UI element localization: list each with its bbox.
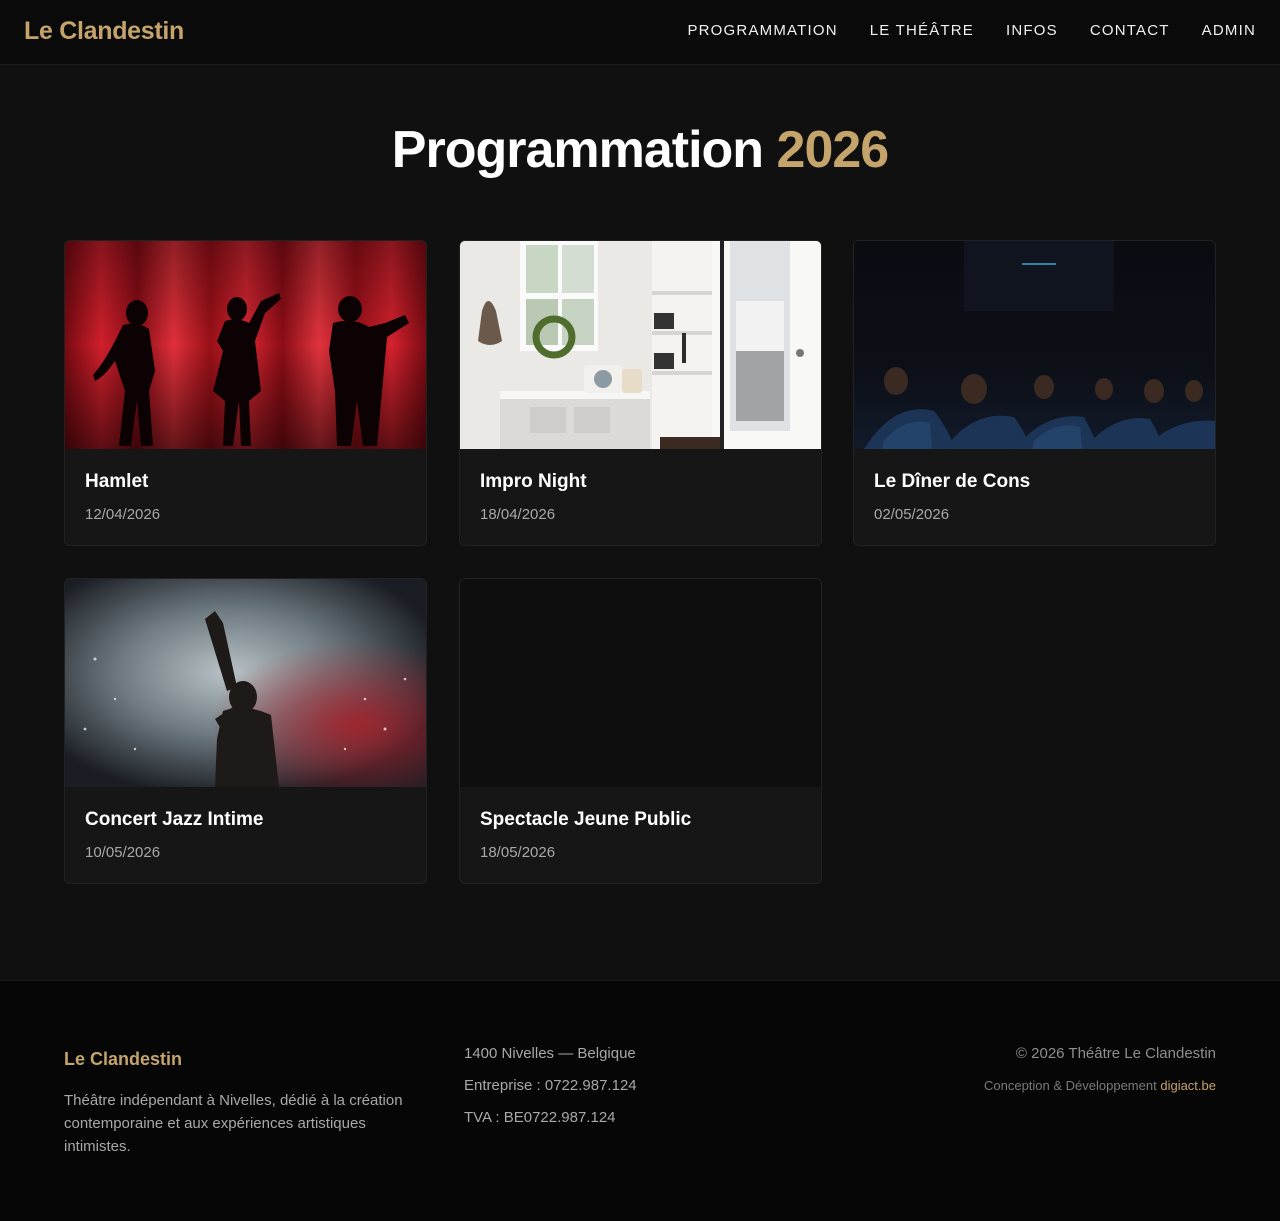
footer-vat: TVA : BE0722.987.124 (464, 1109, 616, 1126)
event-card-hamlet[interactable]: Hamlet 12/04/2026 (64, 240, 427, 546)
site-footer: Le Clandestin Théâtre indépendant à Nive… (0, 980, 1280, 1221)
event-date: 02/05/2026 (874, 506, 950, 523)
page-title-main: Programmation (391, 121, 764, 179)
event-title: Spectacle Jeune Public (480, 809, 692, 830)
footer-copyright: © 2026 Théâtre Le Clandestin (1015, 1045, 1216, 1062)
site-logo[interactable]: Le Clandestin (24, 17, 184, 46)
event-card-diner-de-cons[interactable]: Le Dîner de Cons 02/05/2026 (853, 240, 1216, 546)
event-title: Le Dîner de Cons (874, 471, 1031, 492)
event-date: 18/05/2026 (480, 844, 556, 861)
footer-credit-prefix: Conception & Développement (983, 1078, 1157, 1093)
event-title: Concert Jazz Intime (85, 809, 264, 830)
nav-admin[interactable]: ADMIN (1202, 22, 1256, 39)
event-title: Impro Night (480, 471, 587, 492)
event-image-red-curtain (65, 241, 426, 449)
nav-infos[interactable]: INFOS (1006, 22, 1058, 39)
nav-contact[interactable]: CONTACT (1090, 22, 1170, 39)
main-nav: PROGRAMMATION LE THÉÂTRE INFOS CONTACT A… (687, 22, 1256, 39)
nav-programmation[interactable]: PROGRAMMATION (687, 22, 837, 39)
event-card-impro-night[interactable]: Impro Night 18/04/2026 (459, 240, 822, 546)
event-card-concert-jazz[interactable]: Concert Jazz Intime 10/05/2026 (64, 578, 427, 884)
footer-company: Entreprise : 0722.987.124 (464, 1077, 637, 1094)
event-card-spectacle-jeune-public[interactable]: Spectacle Jeune Public 18/05/2026 (459, 578, 822, 884)
site-header: Le Clandestin PROGRAMMATION LE THÉÂTRE I… (0, 0, 1280, 65)
nav-le-theatre[interactable]: LE THÉÂTRE (870, 22, 974, 39)
event-image-singer-smoke (65, 579, 426, 787)
event-image-placeholder (460, 579, 821, 787)
footer-credit: Conception & Développement digiact.be (984, 1078, 1216, 1093)
event-date: 10/05/2026 (85, 844, 161, 861)
footer-legal: © 2026 Théâtre Le Clandestin Conception … (984, 1045, 1216, 1093)
footer-address: 1400 Nivelles — Belgique (464, 1045, 636, 1062)
event-image-white-room (460, 241, 821, 449)
footer-brand: Le Clandestin (64, 1049, 183, 1069)
page-title: Programmation 2026 (0, 120, 1280, 180)
footer-info: 1400 Nivelles — Belgique Entreprise : 07… (464, 1045, 637, 1141)
page-title-year: 2026 (776, 121, 890, 179)
event-title: Hamlet (85, 471, 149, 492)
footer-description: Théâtre indépendant à Nivelles, dédié à … (64, 1092, 403, 1155)
event-image-theatre-audience (854, 241, 1215, 449)
event-date: 12/04/2026 (85, 506, 161, 523)
footer-credit-link[interactable]: digiact.be (1160, 1078, 1216, 1093)
event-date: 18/04/2026 (480, 506, 556, 523)
